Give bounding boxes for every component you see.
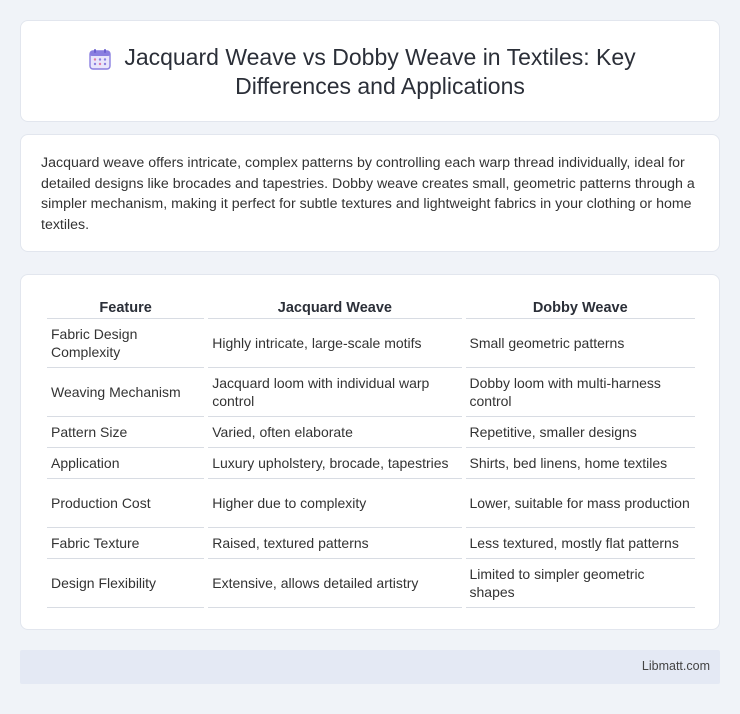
comparison-table: Feature Jacquard Weave Dobby Weave Fabri… [43,295,699,608]
footer-site-link[interactable]: Libmatt.com [642,659,710,673]
jacquard-cell: Extensive, allows detailed artistry [208,559,462,608]
dobby-cell: Less textured, mostly flat patterns [465,528,695,559]
table-row: Production Cost Higher due to complexity… [47,479,695,528]
page-title: Jacquard Weave vs Dobby Weave in Textile… [124,44,636,99]
table-row: Fabric Texture Raised, textured patterns… [47,528,695,559]
dobby-cell: Small geometric patterns [465,319,695,368]
table-header-row: Feature Jacquard Weave Dobby Weave [47,295,695,319]
dobby-cell: Shirts, bed linens, home textiles [465,448,695,479]
intro-card: Jacquard weave offers intricate, complex… [20,134,720,252]
table-row: Weaving Mechanism Jacquard loom with ind… [47,368,695,417]
jacquard-cell: Higher due to complexity [208,479,462,528]
header-jacquard: Jacquard Weave [208,295,462,319]
dobby-cell: Repetitive, smaller designs [465,417,695,448]
dobby-cell: Dobby loom with multi-harness control [465,368,695,417]
jacquard-cell: Luxury upholstery, brocade, tapestries [208,448,462,479]
footer-bar: Libmatt.com [20,650,720,684]
jacquard-cell: Varied, often elaborate [208,417,462,448]
jacquard-cell: Raised, textured patterns [208,528,462,559]
table-row: Fabric Design Complexity Highly intricat… [47,319,695,368]
feature-cell: Weaving Mechanism [47,368,205,417]
jacquard-cell: Highly intricate, large-scale motifs [208,319,462,368]
feature-cell: Fabric Texture [47,528,205,559]
dobby-cell: Limited to simpler geometric shapes [465,559,695,608]
header-feature: Feature [47,295,205,319]
intro-paragraph: Jacquard weave offers intricate, complex… [41,155,695,233]
title-card: Jacquard Weave vs Dobby Weave in Textile… [20,20,720,122]
feature-cell: Application [47,448,205,479]
feature-cell: Design Flexibility [47,559,205,608]
feature-cell: Pattern Size [47,417,205,448]
table-row: Design Flexibility Extensive, allows det… [47,559,695,608]
feature-cell: Production Cost [47,479,205,528]
table-row: Pattern Size Varied, often elaborate Rep… [47,417,695,448]
feature-cell: Fabric Design Complexity [47,319,205,368]
table-row: Application Luxury upholstery, brocade, … [47,448,695,479]
comparison-card: Feature Jacquard Weave Dobby Weave Fabri… [20,274,720,630]
dobby-cell: Lower, suitable for mass production [465,479,695,528]
header-dobby: Dobby Weave [465,295,695,319]
jacquard-cell: Jacquard loom with individual warp contr… [208,368,462,417]
